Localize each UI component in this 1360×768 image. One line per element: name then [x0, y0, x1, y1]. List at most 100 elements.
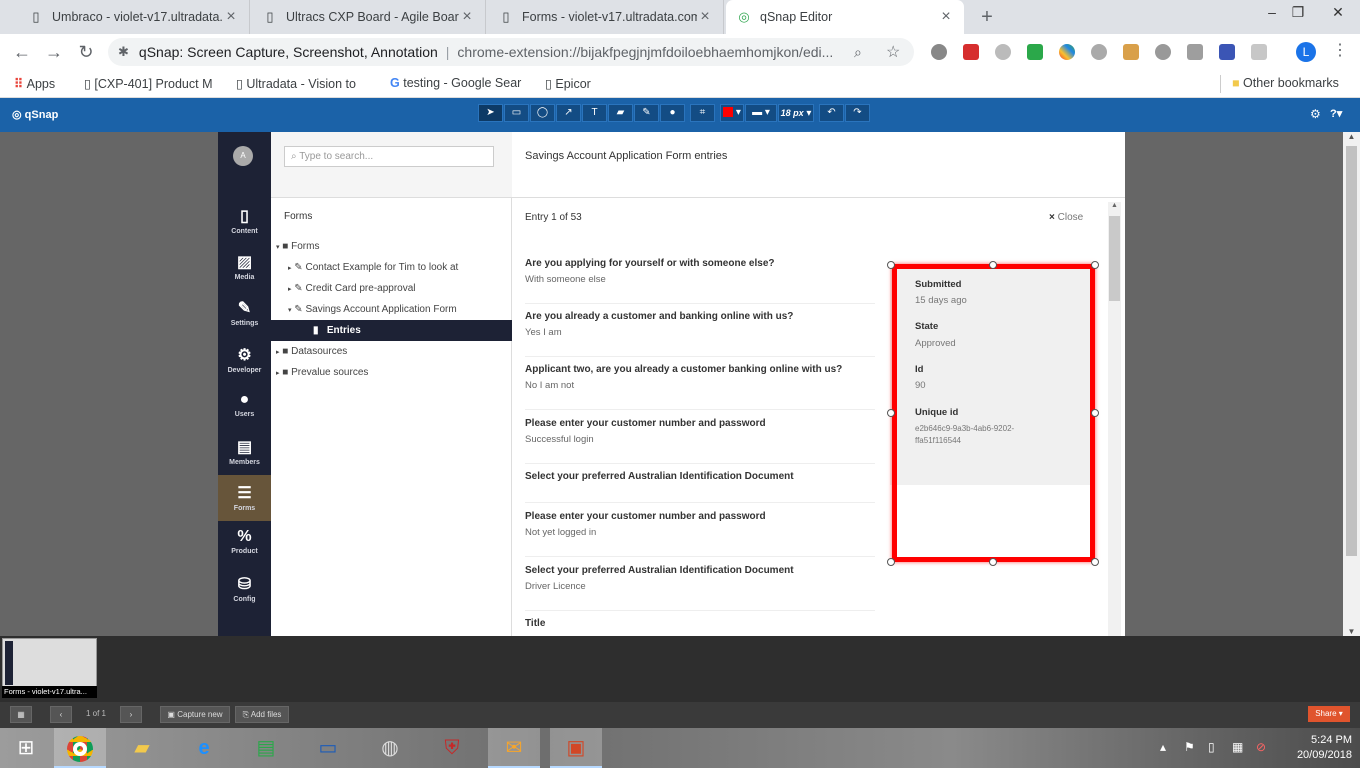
scrollbar-thumb[interactable]: [1346, 146, 1357, 556]
back-icon[interactable]: ←: [12, 42, 32, 62]
tab-qsnap-editor[interactable]: ◎ qSnap Editor ×: [726, 0, 964, 34]
section-config[interactable]: ⛁ Config: [218, 574, 271, 618]
ellipse-tool-icon[interactable]: ◯: [530, 104, 555, 122]
zoom-icon[interactable]: ⌕: [854, 44, 862, 61]
close-tab-icon[interactable]: ×: [697, 8, 713, 26]
bookmark-epicor[interactable]: ▯ Epicor: [545, 76, 591, 91]
scrollbar-thumb[interactable]: [1109, 216, 1120, 301]
bookmark-apps[interactable]: ⠿ Apps: [14, 76, 55, 91]
tree-item-datasources[interactable]: ▸ ■ Datasources: [271, 341, 512, 362]
tab-agile-board[interactable]: ▯ Ultracs CXP Board - Agile Board ×: [252, 0, 486, 34]
inner-scrollbar[interactable]: ▲: [1108, 202, 1121, 636]
section-content[interactable]: ▯ Content: [218, 206, 271, 250]
tree-item-savings-account[interactable]: ▾ ✎ Savings Account Application Form: [271, 299, 512, 320]
scroll-up-icon[interactable]: ▲: [1108, 202, 1121, 209]
callout-tool-icon[interactable]: ▰: [608, 104, 633, 122]
action-center-flag-icon[interactable]: ⚑: [1184, 740, 1195, 754]
bookmark-cxp-401[interactable]: ▯ [CXP-401] Product M: [84, 76, 218, 91]
windows-start-icon[interactable]: ⊞: [0, 728, 52, 768]
close-button[interactable]: × Close: [1049, 212, 1083, 223]
tree-item-credit-card[interactable]: ▸ ✎ Credit Card pre-approval: [271, 278, 512, 299]
prev-page-icon[interactable]: ‹: [50, 706, 72, 723]
flag-extension-icon[interactable]: [1027, 44, 1043, 60]
other-bookmarks[interactable]: ■ Other bookmarks: [1232, 76, 1339, 90]
next-page-icon[interactable]: ›: [120, 706, 142, 723]
blur-tool-icon[interactable]: ●: [660, 104, 685, 122]
close-tab-icon[interactable]: ×: [223, 8, 239, 26]
redo-icon[interactable]: ↷: [845, 104, 870, 122]
select-tool-icon[interactable]: ➤: [478, 104, 503, 122]
store-icon[interactable]: ▤: [240, 728, 292, 768]
resize-handle[interactable]: [1091, 409, 1099, 417]
pdf-extension-icon[interactable]: [1251, 44, 1267, 60]
pen-tool-icon[interactable]: ✎: [634, 104, 659, 122]
add-files-button[interactable]: ⎘ Add files: [235, 706, 289, 723]
menu-icon[interactable]: ⋮: [1332, 40, 1348, 60]
tab-umbraco[interactable]: ▯ Umbraco - violet-v17.ultradata.co ×: [18, 0, 250, 34]
flag-uk-extension-icon[interactable]: [1219, 44, 1235, 60]
avatar[interactable]: A: [233, 146, 253, 166]
close-tab-icon[interactable]: ×: [938, 8, 954, 26]
rectangle-tool-icon[interactable]: ▭: [504, 104, 529, 122]
section-product[interactable]: % Product: [218, 528, 271, 572]
section-developer[interactable]: ⚙ Developer: [218, 345, 271, 389]
close-window-icon[interactable]: ✕: [1318, 0, 1358, 28]
arrow-tool-icon[interactable]: ↗: [556, 104, 581, 122]
security-icon[interactable]: ◍: [364, 728, 416, 768]
settings-icon[interactable]: ⚙: [1310, 107, 1321, 121]
bookmark-testing[interactable]: G testing - Google Sear: [390, 76, 524, 90]
resize-handle[interactable]: [887, 261, 895, 269]
tree-item-forms[interactable]: ▾ ■ Forms: [271, 236, 512, 257]
search-input[interactable]: ⌕ Type to search...: [284, 146, 494, 167]
firewall-icon[interactable]: ⛨: [426, 728, 478, 768]
internet-explorer-icon[interactable]: e: [178, 728, 230, 768]
pen-extension-icon[interactable]: [963, 44, 979, 60]
tree-item-entries[interactable]: ▮ Entries: [271, 320, 512, 341]
tree-item-prevalue-sources[interactable]: ▸ ■ Prevalue sources: [271, 362, 512, 383]
forward-icon[interactable]: →: [44, 42, 64, 62]
profile-avatar[interactable]: L: [1296, 42, 1316, 62]
restore-icon[interactable]: ❐: [1278, 0, 1318, 28]
color-extension-icon[interactable]: [1059, 44, 1075, 60]
g-extension-icon[interactable]: [1187, 44, 1203, 60]
close-tab-icon[interactable]: ×: [459, 8, 475, 26]
stroke-width-picker[interactable]: ▬ ▾: [745, 104, 777, 122]
section-users[interactable]: ● Users: [218, 391, 271, 435]
gray-extension-icon[interactable]: [1155, 44, 1171, 60]
device-icon[interactable]: ▯: [1208, 740, 1215, 754]
resize-handle[interactable]: [1091, 261, 1099, 269]
address-bar[interactable]: ✱ qSnap: Screen Capture, Screenshot, Ann…: [108, 38, 914, 66]
scroll-up-icon[interactable]: ▲: [1343, 132, 1360, 141]
outlook-icon[interactable]: ✉: [488, 728, 540, 768]
resize-handle[interactable]: [887, 409, 895, 417]
star-icon[interactable]: ☆: [886, 42, 900, 62]
resize-handle[interactable]: [1091, 558, 1099, 566]
extension-gray-icon[interactable]: [931, 44, 947, 60]
font-size-select[interactable]: 18 px ▾: [778, 104, 814, 122]
crop-tool-icon[interactable]: ⌗: [690, 104, 715, 122]
tree-item-contact-example[interactable]: ▸ ✎ Contact Example for Tim to look at: [271, 257, 512, 278]
help-icon[interactable]: ?▾: [1330, 107, 1342, 120]
undo-icon[interactable]: ↶: [819, 104, 844, 122]
share-button[interactable]: Share ▾: [1308, 706, 1350, 722]
skype-extension-icon[interactable]: [1091, 44, 1107, 60]
resize-handle[interactable]: [989, 558, 997, 566]
network-icon[interactable]: ▦: [1232, 740, 1243, 754]
chrome-icon[interactable]: [54, 728, 106, 768]
show-hidden-icons[interactable]: ▴: [1160, 740, 1166, 754]
bookmark-ultradata[interactable]: ▯ Ultradata - Vision to: [236, 76, 370, 91]
tool-extension-icon[interactable]: [1123, 44, 1139, 60]
powerpoint-icon[interactable]: ▣: [550, 728, 602, 768]
reload-icon[interactable]: ↻: [76, 42, 96, 62]
new-tab-button[interactable]: +: [976, 5, 998, 29]
grid-view-icon[interactable]: ▦: [10, 706, 32, 723]
sync-extension-icon[interactable]: [995, 44, 1011, 60]
tab-forms[interactable]: ▯ Forms - violet-v17.ultradata.com ×: [488, 0, 724, 34]
system-clock[interactable]: 5:24 PM 20/09/2018: [1282, 733, 1352, 763]
resize-handle[interactable]: [887, 558, 895, 566]
text-tool-icon[interactable]: T: [582, 104, 607, 122]
color-picker[interactable]: ▾: [720, 104, 744, 122]
lenovo-icon[interactable]: ▭: [302, 728, 354, 768]
rectangle-annotation[interactable]: [892, 264, 1095, 562]
file-explorer-icon[interactable]: ▰: [116, 728, 168, 768]
